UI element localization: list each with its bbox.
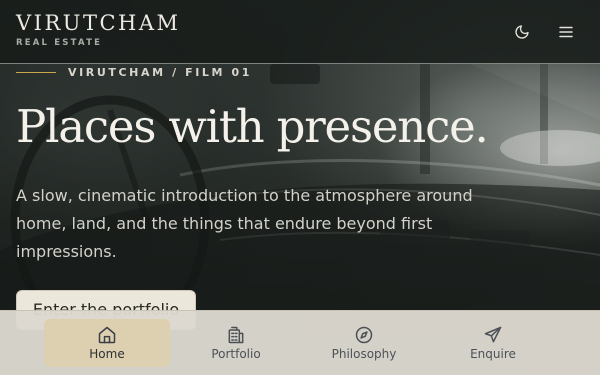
nav-item-portfolio[interactable]: Portfolio — [173, 319, 299, 367]
kicker-text: VIRUTCHAM / FILM 01 — [68, 65, 253, 79]
nav-label-enquire: Enquire — [470, 347, 516, 361]
building-icon — [228, 326, 244, 344]
nav-label-philosophy: Philosophy — [331, 347, 397, 361]
hero-intro-text: A slow, cinematic introduction to the at… — [16, 186, 473, 261]
compass-icon — [355, 326, 373, 344]
brand-logo[interactable]: VIRUTCHAM REAL ESTATE — [16, 11, 181, 48]
hero-headline: Places with presence. — [16, 100, 489, 153]
home-icon — [98, 326, 116, 344]
kicker-accent-line — [16, 71, 56, 73]
nav-item-philosophy[interactable]: Philosophy — [301, 319, 427, 367]
nav-label-home: Home — [89, 347, 125, 361]
menu-button[interactable] — [554, 20, 578, 44]
theme-toggle-button[interactable] — [510, 20, 534, 44]
brand-tagline: REAL ESTATE — [16, 38, 103, 48]
hamburger-menu-icon — [559, 26, 573, 38]
top-bar: VIRUTCHAM REAL ESTATE — [0, 0, 600, 64]
moon-icon — [515, 25, 529, 39]
nav-item-home[interactable]: Home — [44, 319, 170, 367]
nav-item-enquire[interactable]: Enquire — [430, 319, 556, 367]
send-icon — [484, 326, 502, 343]
nav-label-portfolio: Portfolio — [211, 347, 261, 361]
brand-name: VIRUTCHAM — [16, 11, 181, 35]
bottom-navigation: Home Portfolio Philosophy Enquire — [0, 310, 600, 375]
hero-kicker: VIRUTCHAM / FILM 01 — [16, 64, 252, 80]
